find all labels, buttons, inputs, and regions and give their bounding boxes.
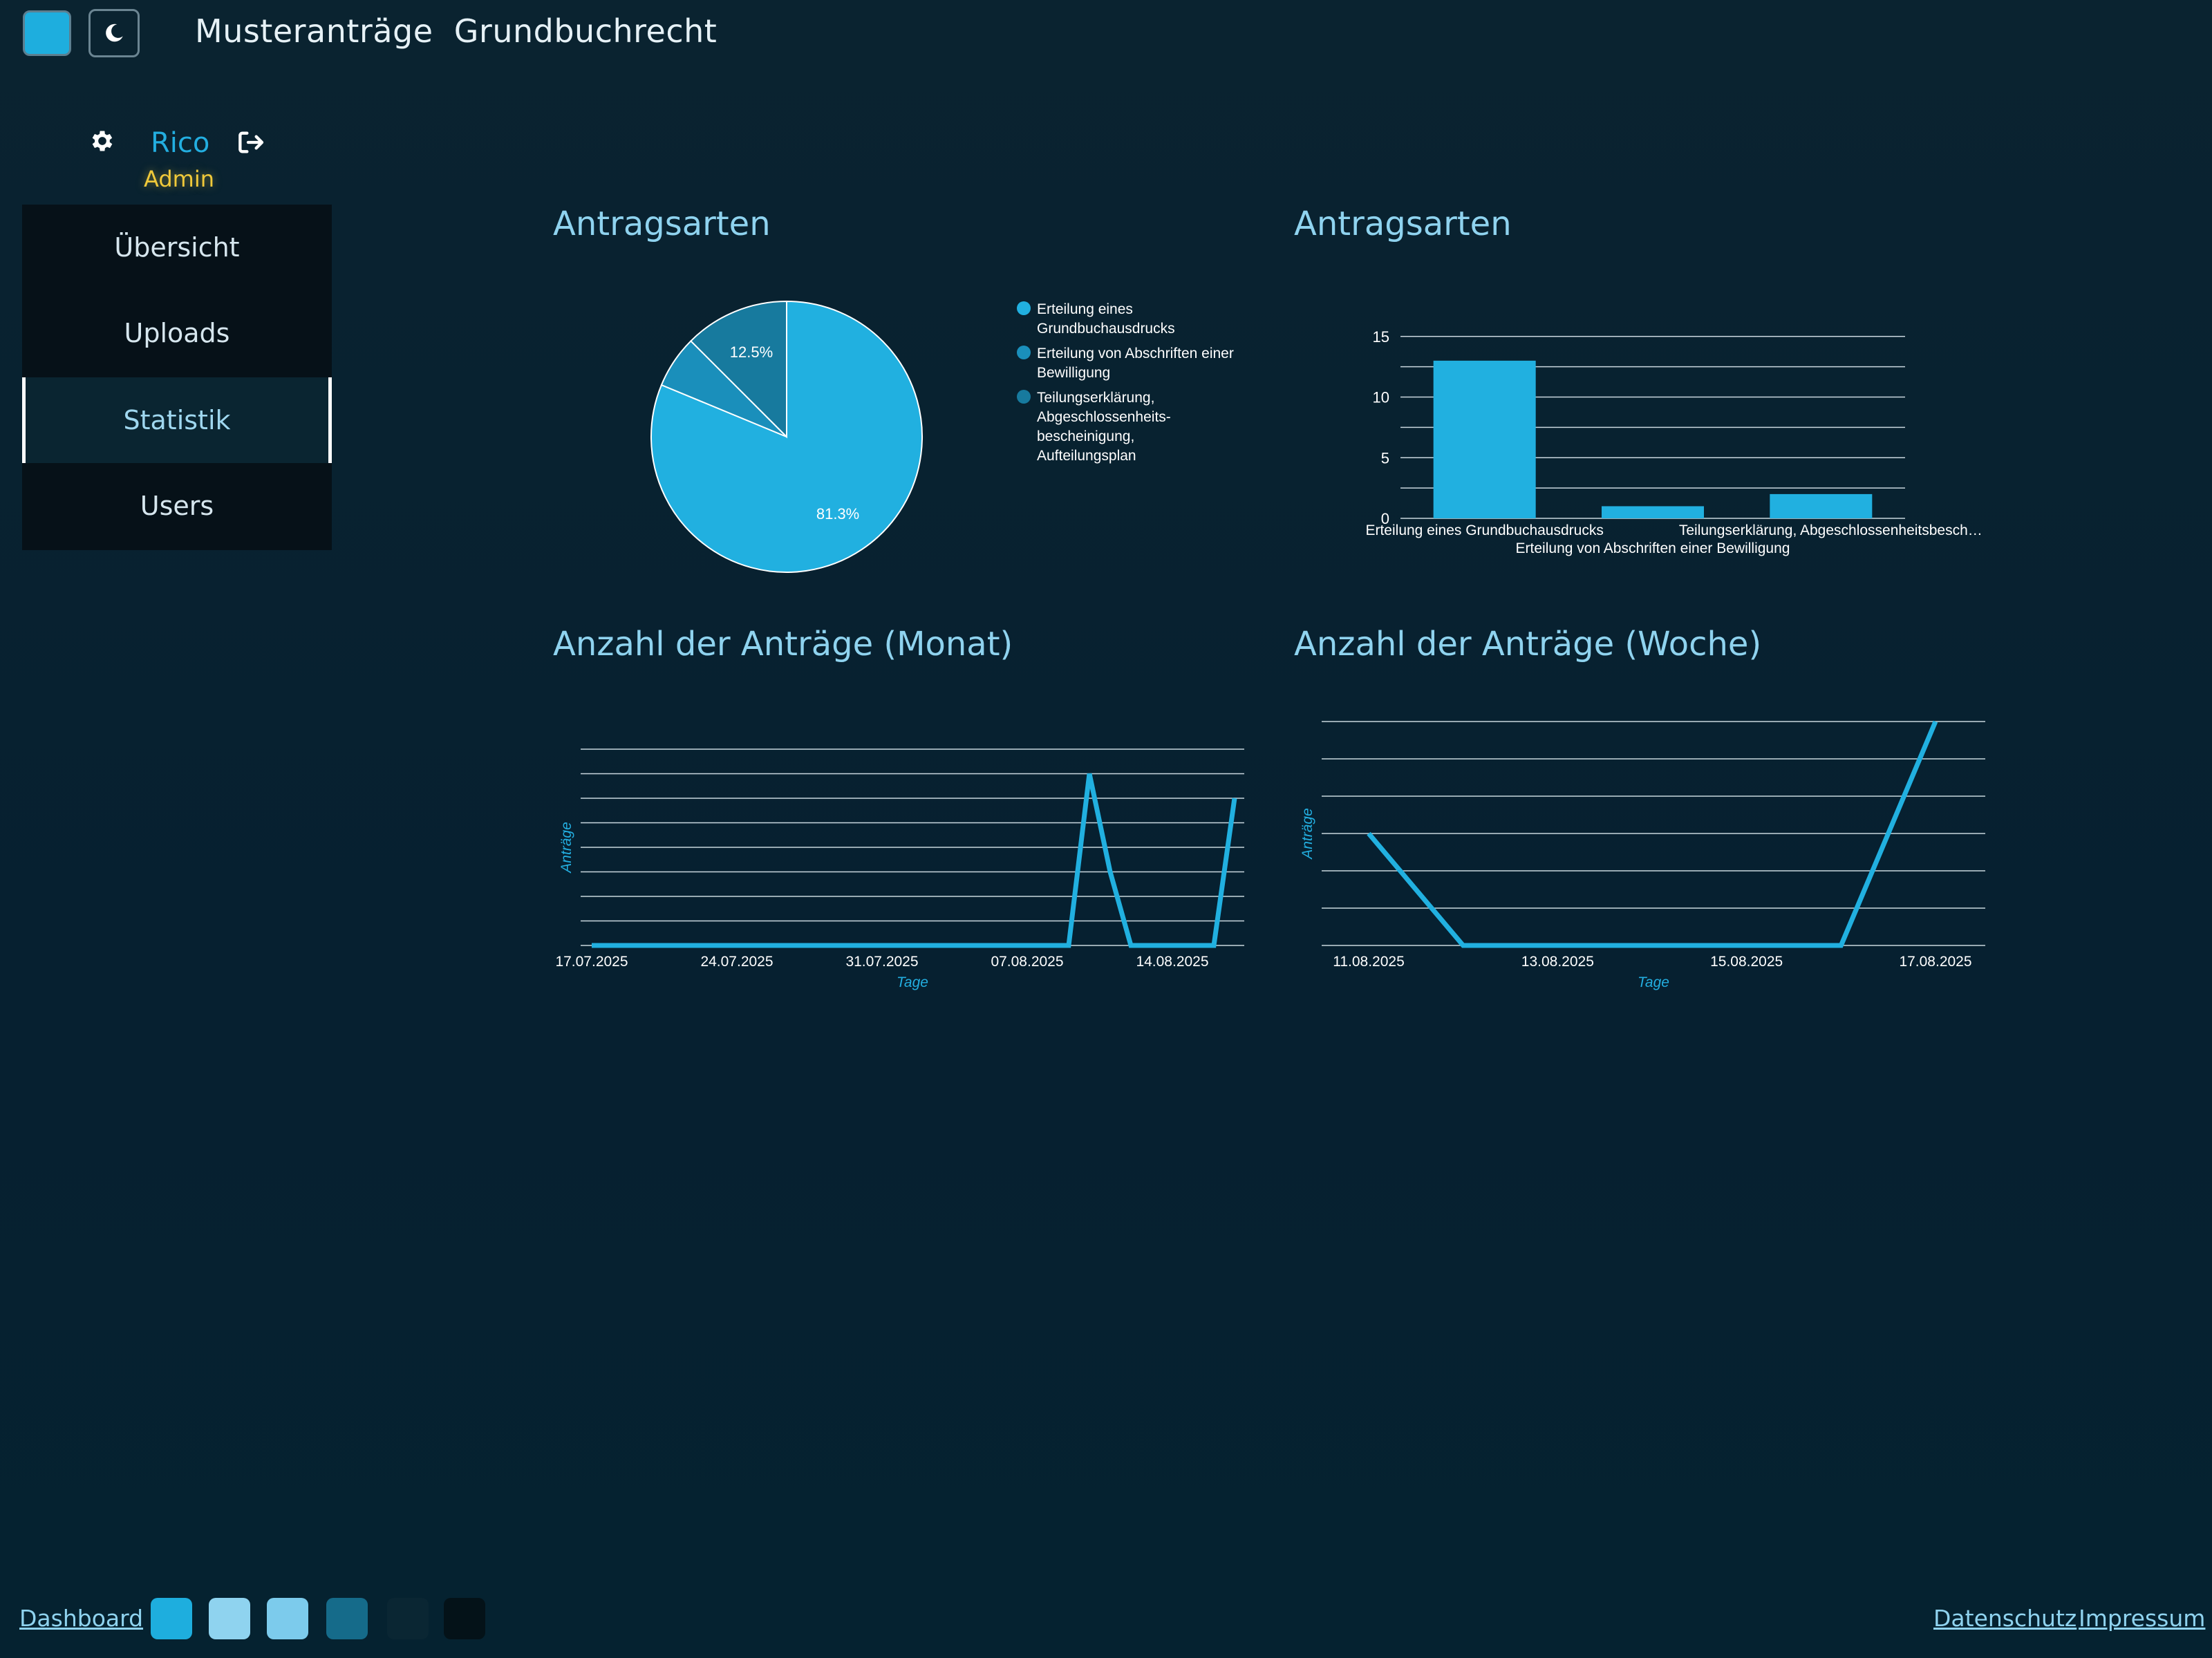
legend-marker (1017, 346, 1031, 359)
theme-swatch[interactable] (444, 1598, 485, 1639)
y-tick-label: 15 (1373, 328, 1389, 346)
user-name[interactable]: Rico (151, 127, 209, 159)
theme-swatch[interactable] (326, 1598, 368, 1639)
bar (1770, 493, 1873, 518)
week-chart-title: Anzahl der Anträge (Woche) (1294, 625, 1762, 663)
x-tick-label: 07.08.2025 (991, 954, 1063, 970)
bar-chart: 051015Erteilung eines Grundbuchausdrucks… (1365, 328, 1983, 556)
pie-chart-title: Antragsarten (553, 205, 771, 243)
sidebar-item-statistik[interactable]: Statistik (22, 377, 332, 463)
y-tick-label: 10 (1373, 389, 1389, 406)
x-tick-label: 31.07.2025 (845, 954, 918, 970)
month-chart-title: Anzahl der Anträge (Monat) (553, 625, 1013, 663)
theme-swatch[interactable] (209, 1598, 250, 1639)
app-title: Musteranträge Grundbuchrecht (195, 12, 718, 50)
bar (1602, 506, 1704, 518)
legend-label: Bewilligung (1037, 365, 1110, 381)
legend-marker (1017, 301, 1031, 315)
legend-marker (1017, 390, 1031, 404)
theme-swatch[interactable] (387, 1598, 429, 1639)
datenschutz-link[interactable]: Datenschutz (1933, 1605, 2077, 1632)
x-tick-label: Erteilung von Abschriften einer Bewillig… (1516, 540, 1790, 556)
y-axis-label: Anträge (1300, 808, 1315, 860)
x-tick-label: Erteilung eines Grundbuchausdrucks (1365, 522, 1603, 538)
x-tick-label: 13.08.2025 (1521, 954, 1594, 970)
x-tick-label: 17.07.2025 (555, 954, 628, 970)
theme-swatch[interactable] (267, 1598, 308, 1639)
dark-mode-toggle[interactable] (88, 9, 140, 57)
x-axis-label: Tage (1638, 974, 1669, 990)
bar (1433, 360, 1536, 518)
theme-swatch[interactable] (151, 1598, 192, 1639)
sidebar-item-users[interactable]: Users (22, 463, 332, 549)
series-line (592, 773, 1237, 948)
legend-label: Erteilung eines (1037, 301, 1133, 317)
gear-icon[interactable] (88, 127, 116, 155)
legend-label: Aufteilungsplan (1037, 448, 1136, 464)
month-line-chart: 17.07.2025 24.07.2025 31.07.2025 07.08.2025… (555, 748, 1244, 990)
sidebar: Übersicht Uploads Statistik Users (22, 205, 332, 550)
y-axis-label: Anträge (559, 822, 574, 874)
theme-color-button[interactable] (23, 10, 71, 56)
x-axis-label: Tage (897, 974, 928, 990)
legend-label: Abgeschlossenheits- (1037, 409, 1171, 425)
legend-label: Teilungserklärung, (1037, 390, 1154, 406)
x-tick-label: Teilungserklärung, Abgeschlossenheitsbes… (1679, 522, 1983, 538)
x-tick-label: 17.08.2025 (1899, 954, 1971, 970)
bar-chart-title: Antragsarten (1294, 205, 1512, 243)
x-tick-label: 15.08.2025 (1710, 954, 1783, 970)
legend-label: bescheinigung, (1037, 428, 1134, 444)
dashboard-link[interactable]: Dashboard (19, 1605, 143, 1632)
legend-label: Grundbuchausdrucks (1037, 321, 1175, 337)
pie-data-label: 81.3% (816, 505, 859, 522)
top-bar: Musteranträge Grundbuchrecht (0, 0, 2212, 69)
week-line-chart: 11.08.2025 13.08.2025 15.08.2025 17.08.2025… (1300, 720, 1985, 990)
sidebar-item-uebersicht[interactable]: Übersicht (22, 205, 332, 290)
x-tick-label: 24.07.2025 (700, 954, 773, 970)
moon-icon (106, 23, 123, 42)
y-tick-label: 5 (1381, 449, 1389, 467)
legend-label: Erteilung von Abschriften einer (1037, 346, 1234, 361)
pie-chart: 81.3% 12.5% Erteilung eines Grundbuchausdru… (650, 300, 1234, 573)
user-role: Admin (144, 166, 214, 192)
pie-data-label: 12.5% (730, 343, 773, 361)
x-tick-label: 14.08.2025 (1136, 954, 1208, 970)
sidebar-item-uploads[interactable]: Uploads (22, 290, 332, 376)
logout-icon[interactable] (236, 129, 267, 156)
impressum-link[interactable]: Impressum (2079, 1605, 2205, 1632)
x-tick-label: 11.08.2025 (1333, 954, 1405, 970)
